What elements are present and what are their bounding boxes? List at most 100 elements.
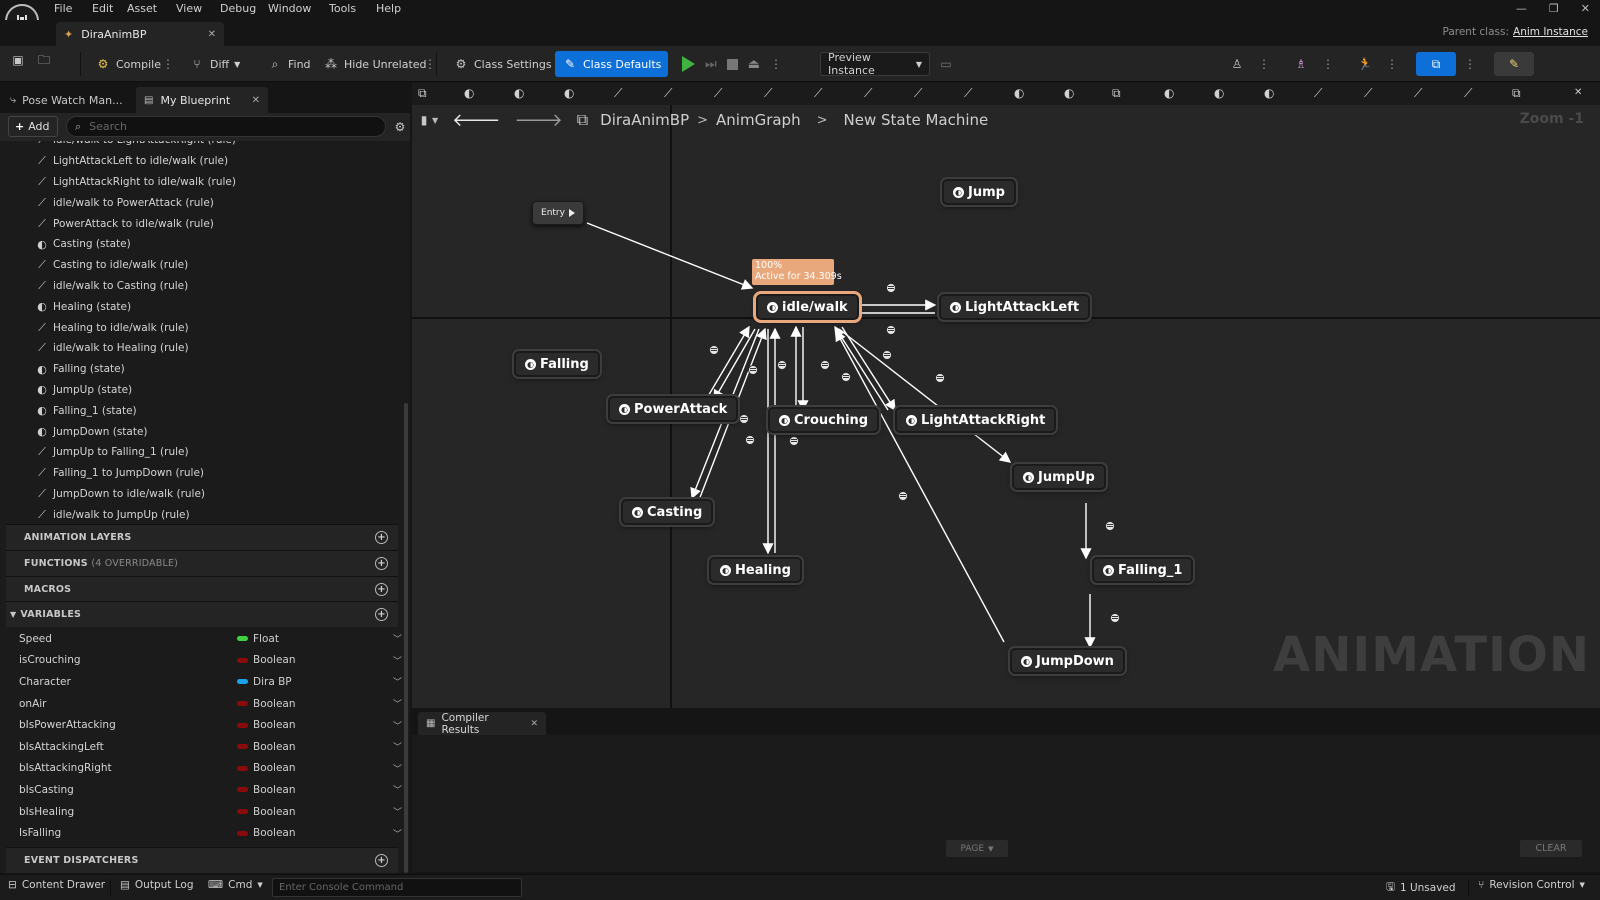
state-node-idle-walk[interactable]: ◐ idle/walk xyxy=(756,294,859,320)
blueprint-mode-icon[interactable]: ⧉ xyxy=(1416,52,1456,76)
variable-row[interactable]: bIsAttackingLeft Boolean ﹀ xyxy=(0,736,404,758)
chevron-down-icon[interactable]: ﹀ xyxy=(393,783,402,796)
state-palette-icon[interactable]: ◐ xyxy=(1164,86,1174,100)
transition-palette-icon[interactable]: ⟋ xyxy=(964,86,972,101)
entry-node[interactable]: Entry xyxy=(532,201,584,225)
variable-type[interactable]: Boolean xyxy=(253,762,393,774)
chevron-down-icon[interactable]: ﹀ xyxy=(393,719,402,732)
tree-item[interactable]: ⟋ Healing to idle/walk (rule) xyxy=(0,317,404,338)
transition-palette-icon[interactable]: ⟋ xyxy=(814,86,822,101)
state-node-light-attack-right[interactable]: ◐ LightAttackRight xyxy=(895,407,1057,433)
state-node-falling-1[interactable]: ◐ Falling_1 xyxy=(1092,557,1194,583)
browse-asset-icon[interactable]: 🗀 xyxy=(36,52,52,68)
transition-palette-icon[interactable]: ⟋ xyxy=(764,86,772,101)
search-input[interactable]: ⌕ Search xyxy=(66,116,386,137)
add-variable-icon[interactable]: + xyxy=(375,608,388,621)
state-palette-icon[interactable]: ◐ xyxy=(464,86,474,100)
state-node-jump-up[interactable]: ◐ JumpUp xyxy=(1012,464,1106,490)
eject-icon[interactable]: ⏏ xyxy=(748,57,760,72)
transition-rule-icon[interactable] xyxy=(935,373,945,383)
tree-item[interactable]: ⟋ idle/walk to Healing (rule) xyxy=(0,338,404,359)
tree-item[interactable]: ⟋ Casting to idle/walk (rule) xyxy=(0,255,404,276)
state-node-falling[interactable]: ◐ Falling xyxy=(514,351,600,377)
document-tab[interactable]: ✦ DiraAnimBP ✕ xyxy=(56,22,224,46)
animation-mode-kebab[interactable]: ⋮ xyxy=(1386,57,1398,71)
output-log-button[interactable]: ▤ Output Log xyxy=(120,879,194,891)
state-palette-icon[interactable]: ◐ xyxy=(564,86,574,100)
transition-rule-icon[interactable] xyxy=(789,436,799,446)
state-node-jump-down[interactable]: ◐ JumpDown xyxy=(1010,648,1125,674)
close-tab-icon[interactable]: ✕ xyxy=(252,95,260,106)
tree-item[interactable]: ◐ JumpUp (state) xyxy=(0,380,404,401)
transition-palette-icon[interactable]: ⟋ xyxy=(914,86,922,101)
restore-icon[interactable]: ❐ xyxy=(1549,2,1559,15)
tree-item[interactable]: ⟋ JumpUp to Falling_1 (rule) xyxy=(0,442,404,463)
variable-type[interactable]: Boolean xyxy=(253,784,393,796)
mesh-mode-kebab[interactable]: ⋮ xyxy=(1322,57,1334,71)
physics-mode-icon[interactable]: ✎ xyxy=(1494,52,1534,76)
state-palette-icon[interactable]: ◐ xyxy=(1014,86,1024,100)
variable-row[interactable]: bIsHealing Boolean ﹀ xyxy=(0,801,404,823)
tab-my-blueprint[interactable]: ▤ My Blueprint ✕ xyxy=(136,87,268,113)
variable-type[interactable]: Boolean xyxy=(253,698,393,710)
compile-options-kebab[interactable]: ⋮ xyxy=(162,57,174,71)
play-icon[interactable] xyxy=(682,56,695,72)
transition-rule-icon[interactable] xyxy=(709,345,719,355)
graph-canvas[interactable]: ▮ ▼ 🡐 🡒 ⧉ DiraAnimBP > AnimGraph > New S… xyxy=(412,105,1600,708)
compile-button[interactable]: ⚙ Compile xyxy=(88,52,168,76)
variable-type[interactable]: Boolean xyxy=(253,719,393,731)
state-palette-icon[interactable]: ◐ xyxy=(1264,86,1274,100)
debug-filter-icon[interactable]: ▭ xyxy=(938,56,954,72)
add-event-dispatcher-icon[interactable]: + xyxy=(375,854,388,867)
hide-unrelated-kebab[interactable]: ⋮ xyxy=(424,57,436,71)
transition-rule-icon[interactable] xyxy=(777,360,787,370)
close-tab-icon[interactable]: ✕ xyxy=(208,29,216,40)
add-macro-icon[interactable]: + xyxy=(375,583,388,596)
chevron-down-icon[interactable]: ﹀ xyxy=(393,675,402,688)
save-icon[interactable]: ▣ xyxy=(10,52,26,68)
transition-rule-icon[interactable] xyxy=(1105,521,1115,531)
tree-item[interactable]: ⟋ PowerAttack to idle/walk (rule) xyxy=(0,213,404,234)
skeleton-mode-icon[interactable]: ♙ xyxy=(1224,52,1250,76)
tree-item[interactable]: ◐ JumpDown (state) xyxy=(0,421,404,442)
transition-palette-icon[interactable]: ⟋ xyxy=(1414,86,1422,101)
class-settings-button[interactable]: ⚙ Class Settings xyxy=(446,52,559,76)
variable-type[interactable]: Boolean xyxy=(253,741,393,753)
transition-palette-icon[interactable]: ⟋ xyxy=(1464,86,1472,101)
transition-rule-icon[interactable] xyxy=(882,350,892,360)
blueprint-mode-kebab[interactable]: ⋮ xyxy=(1464,57,1476,71)
transition-rule-icon[interactable] xyxy=(1110,613,1120,623)
menu-item-help[interactable]: Help xyxy=(376,2,401,15)
graph-palette-icon[interactable]: ⧉ xyxy=(418,86,427,101)
transition-rule-icon[interactable] xyxy=(739,414,749,424)
transition-palette-icon[interactable]: ⟋ xyxy=(1364,86,1372,101)
tree-item[interactable]: ◐ Falling_1 (state) xyxy=(0,400,404,421)
menu-item-asset[interactable]: Asset xyxy=(127,2,157,15)
transition-palette-icon[interactable]: ⟋ xyxy=(714,86,722,101)
cmd-dropdown[interactable]: ⌨ Cmd ▼ xyxy=(208,879,263,891)
menu-item-file[interactable]: File xyxy=(54,2,72,15)
chevron-down-icon[interactable]: ﹀ xyxy=(393,654,402,667)
transition-palette-icon[interactable]: ⟋ xyxy=(614,86,622,101)
tree-item[interactable]: ⟋ Falling_1 to JumpDown (rule) xyxy=(0,463,404,484)
console-input[interactable]: Enter Console Command xyxy=(272,878,522,897)
content-drawer-button[interactable]: ⊟ Content Drawer xyxy=(8,879,105,891)
tree-item[interactable]: ⟋ idle/walk to JumpUp (rule) xyxy=(0,504,404,525)
tree-item[interactable]: ⟋ LightAttackLeft to idle/walk (rule) xyxy=(0,151,404,172)
variable-type[interactable]: Boolean xyxy=(253,806,393,818)
chevron-down-icon[interactable]: ﹀ xyxy=(393,697,402,710)
left-scrollbar[interactable] xyxy=(404,403,408,873)
tree-item[interactable]: ⟋ idle/walk to LightAttackRight (rule) xyxy=(0,141,404,151)
section-event-dispatchers[interactable]: EVENT DISPATCHERS + xyxy=(6,847,398,873)
settings-gear-icon[interactable]: ⚙ xyxy=(392,119,408,135)
variable-type[interactable]: Dira BP xyxy=(253,676,393,688)
chevron-down-icon[interactable]: ﹀ xyxy=(393,762,402,775)
skeleton-mode-kebab[interactable]: ⋮ xyxy=(1258,57,1270,71)
diff-button[interactable]: ⑂ Diff ▼ xyxy=(182,52,247,76)
tree-item[interactable]: ⟋ LightAttackRight to idle/walk (rule) xyxy=(0,172,404,193)
transition-rule-icon[interactable] xyxy=(841,372,851,382)
stop-icon[interactable] xyxy=(726,58,738,70)
variable-row[interactable]: bIsCasting Boolean ﹀ xyxy=(0,779,404,801)
transition-palette-icon[interactable]: ⟋ xyxy=(864,86,872,101)
tree-item[interactable]: ◐ Falling (state) xyxy=(0,359,404,380)
